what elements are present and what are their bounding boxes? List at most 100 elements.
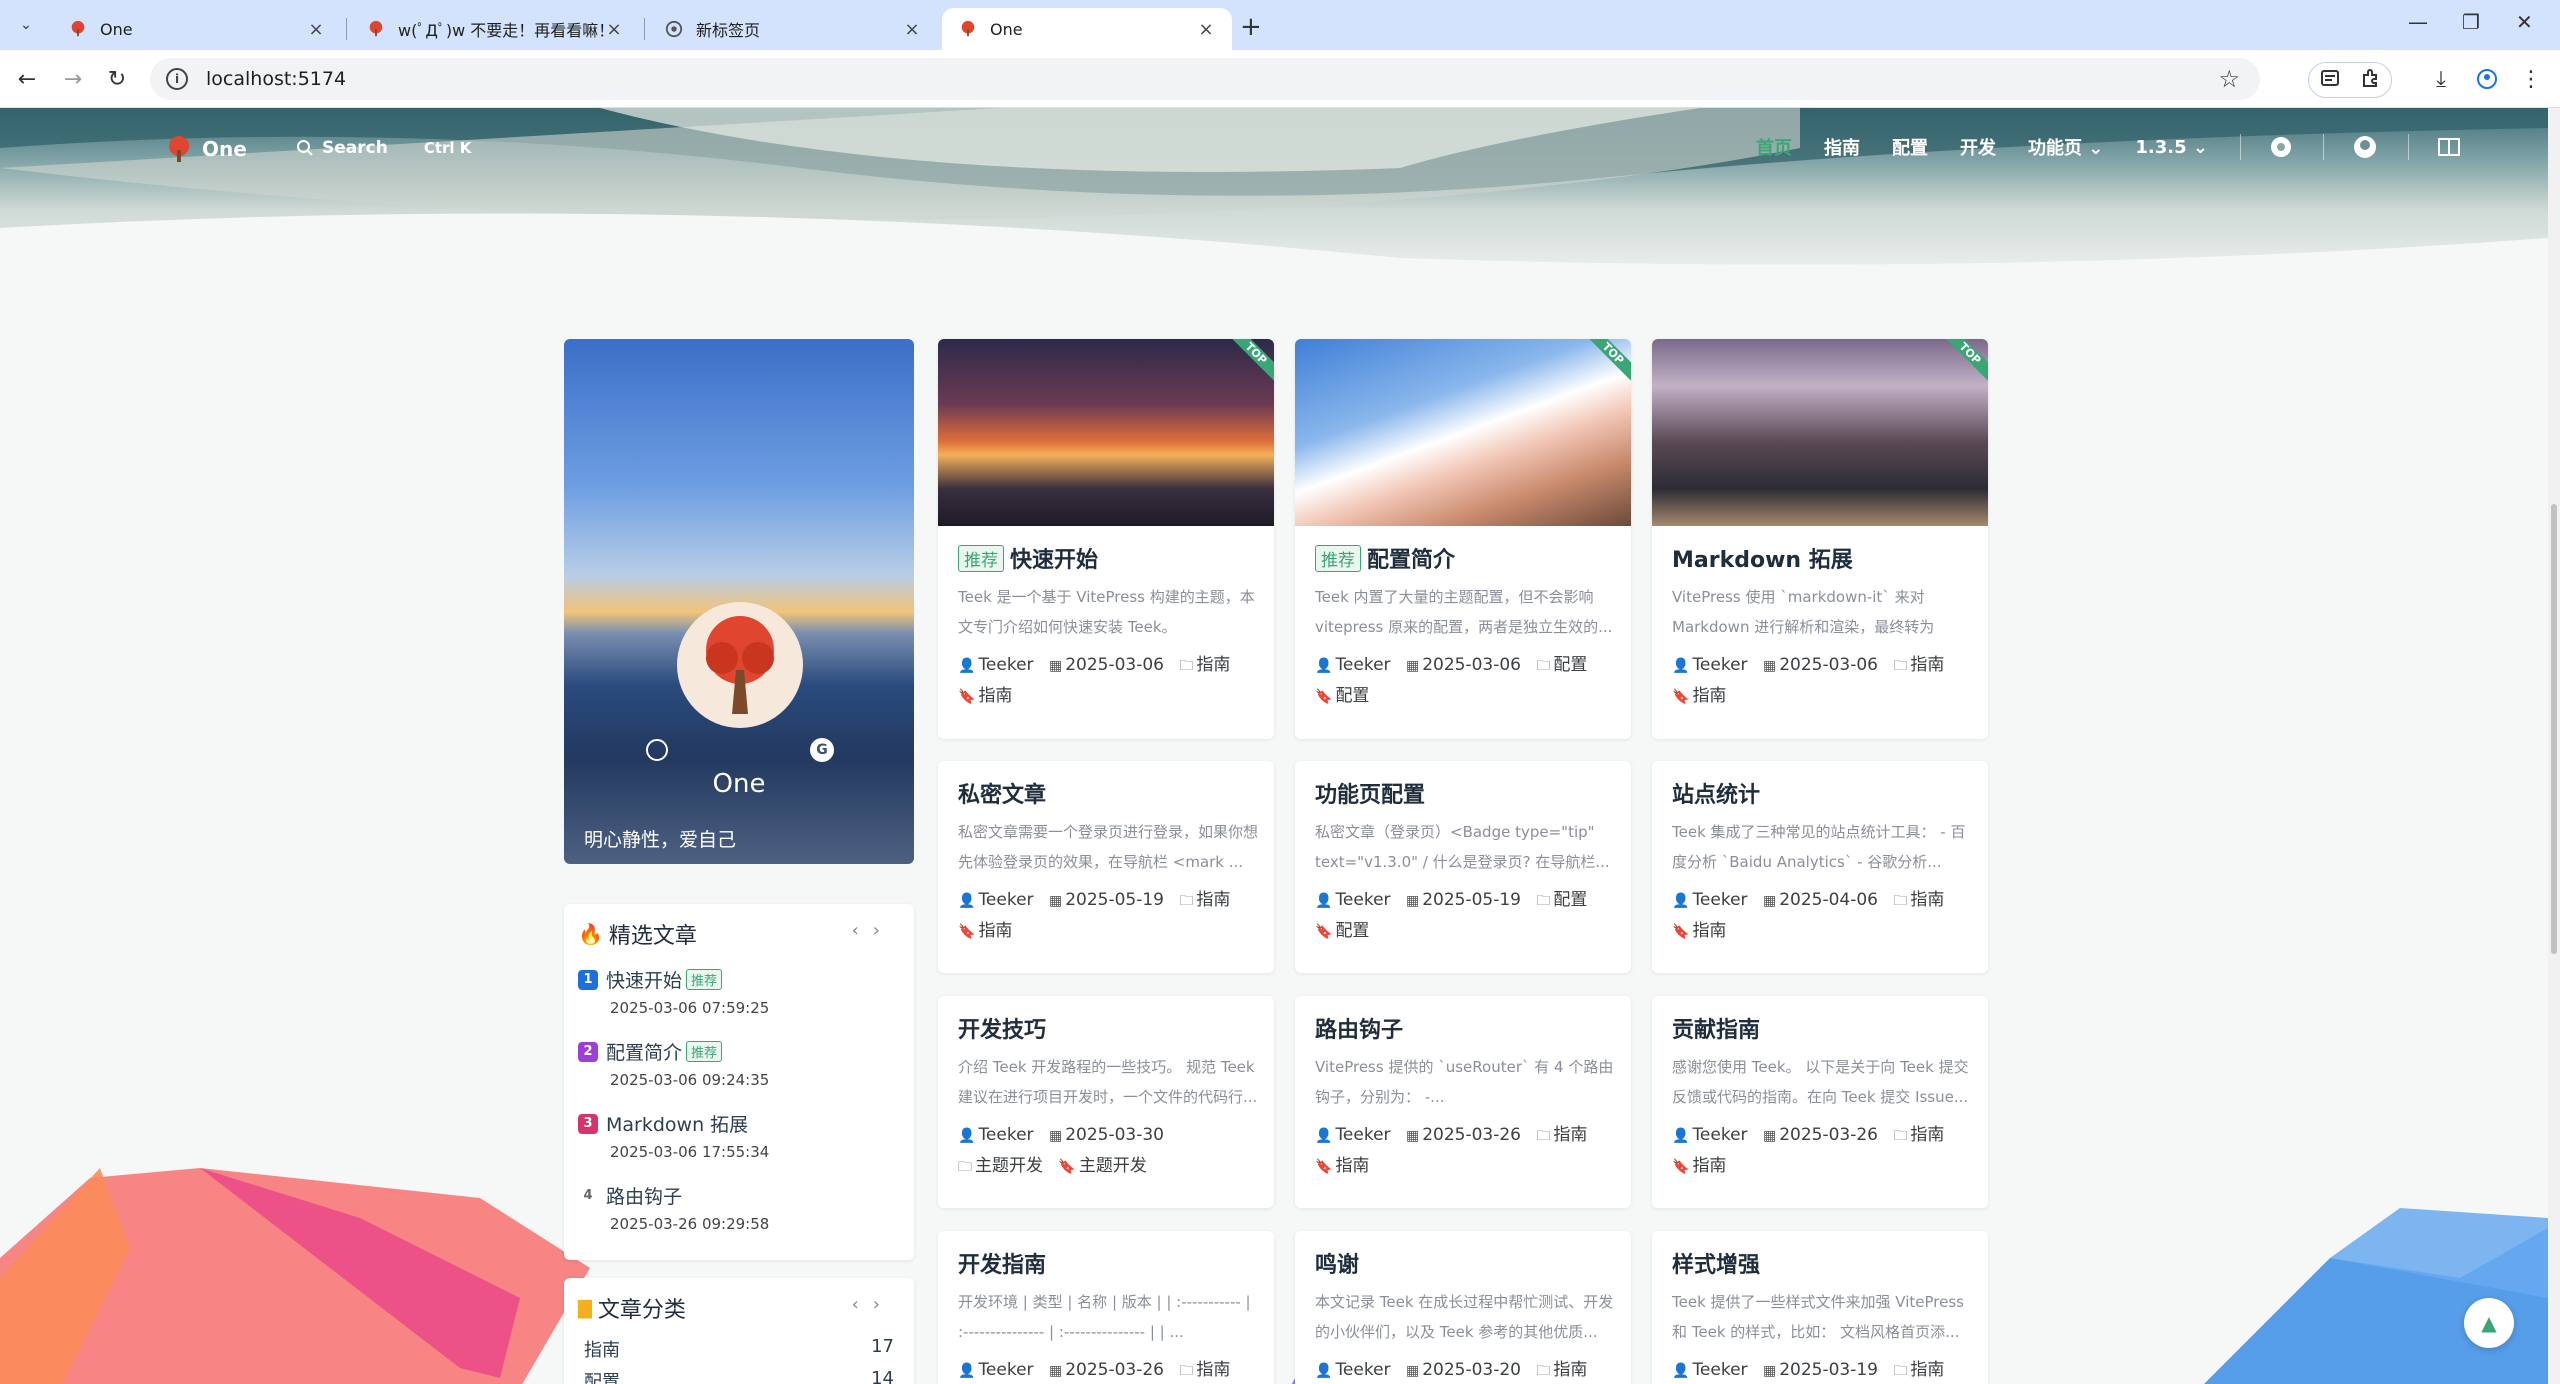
post-card[interactable]: 开发技巧 介绍 Teek 开发路程的一些技巧。 规范 Teek 建议在进行项目开发… <box>938 996 1274 1208</box>
post-tag[interactable]: 🔖 指南 <box>958 686 1012 706</box>
site-logo[interactable]: One <box>164 134 247 164</box>
post-category[interactable]: 🗀 配置 <box>1536 655 1587 675</box>
extensions-puzzle-icon[interactable] <box>2360 67 2382 93</box>
post-tag[interactable]: 🔖 指南 <box>1672 921 1726 941</box>
reload-icon[interactable]: ↻ <box>102 64 132 94</box>
post-title[interactable]: 开发技巧 <box>958 1012 1046 1044</box>
post-title[interactable]: 私密文章 <box>958 777 1046 809</box>
post-title[interactable]: 开发指南 <box>958 1247 1046 1279</box>
post-category[interactable]: 🗀 指南 <box>1179 890 1230 910</box>
scrollbar-thumb[interactable] <box>2551 504 2557 954</box>
post-category[interactable]: 🗀 指南 <box>1536 1125 1587 1145</box>
post-card[interactable]: TOP 推荐 快速开始 Teek 是一个基于 VitePress 构建的主题，本文专门… <box>938 339 1274 739</box>
window-close-icon[interactable]: ✕ <box>2516 10 2533 34</box>
post-category[interactable]: 🗀 指南 <box>1893 655 1944 675</box>
tab-search-chevron-icon[interactable]: ⌄ <box>12 12 40 38</box>
post-category[interactable]: 🗀 配置 <box>1536 890 1587 910</box>
nav-home[interactable]: 首页 <box>1756 134 1792 160</box>
post-category[interactable]: 🗀 指南 <box>1893 890 1944 910</box>
back-icon[interactable]: ← <box>12 64 42 94</box>
post-title[interactable]: 站点统计 <box>1672 777 1760 809</box>
nav-config[interactable]: 配置 <box>1892 134 1928 160</box>
chevron-left-icon[interactable]: ‹ <box>852 920 873 941</box>
post-tag[interactable]: 🔖 指南 <box>1672 1156 1726 1176</box>
featured-item[interactable]: 2 配置简介 推荐 2025-03-06 09:24:35 <box>578 1038 769 1089</box>
page-scrollbar[interactable] <box>2548 108 2560 1384</box>
book-layout-icon[interactable] <box>2437 136 2461 158</box>
post-cover-image[interactable] <box>1652 339 1988 526</box>
post-card[interactable]: 样式增强 Teek 提供了一些样式文件来加强 VitePress 和 Teek 的… <box>1652 1231 1988 1384</box>
more-menu-icon[interactable]: ⋮ <box>2516 64 2546 94</box>
post-card[interactable]: 私密文章 私密文章需要一个登录页进行登录，如果你想先体验登录页的效果，在导航栏 <… <box>938 761 1274 973</box>
address-bar[interactable]: i localhost:5174 ☆ <box>150 58 2260 100</box>
browser-tab-2[interactable]: w(ﾟДﾟ)w 不要走！再看看嘛！ × <box>350 8 640 50</box>
nav-develop[interactable]: 开发 <box>1960 134 1996 160</box>
close-tab-icon[interactable]: × <box>604 19 624 40</box>
post-title[interactable]: 路由钩子 <box>1315 1012 1403 1044</box>
post-card[interactable]: TOP 推荐 配置简介 Teek 内置了大量的主题配置，但不会影响 vitepress… <box>1295 339 1631 739</box>
bookmark-star-icon[interactable]: ☆ <box>2218 65 2240 93</box>
post-tag[interactable]: 🔖 配置 <box>1315 921 1369 941</box>
post-card[interactable]: 鸣谢 本文记录 Teek 在成长过程中帮忙测试、开发的小伙伴们，以及 Teek 参… <box>1295 1231 1631 1384</box>
browser-tab-4-active[interactable]: One × <box>942 8 1232 50</box>
nav-guide[interactable]: 指南 <box>1824 134 1860 160</box>
post-title[interactable]: Markdown 拓展 <box>1672 542 1853 574</box>
post-title[interactable]: 功能页配置 <box>1315 777 1425 809</box>
post-tag[interactable]: 🔖 主题开发 <box>1058 1156 1146 1176</box>
featured-title[interactable]: 配置简介 <box>606 1042 682 1064</box>
chevron-right-icon[interactable]: › <box>873 1294 894 1315</box>
post-category[interactable]: 🗀 指南 <box>1893 1125 1944 1145</box>
theme-toggle-icon[interactable] <box>2269 135 2293 159</box>
post-title[interactable]: 推荐 配置简介 <box>1315 542 1455 574</box>
browser-tab-1[interactable]: One × <box>52 8 342 50</box>
avatar[interactable] <box>677 602 803 728</box>
close-tab-icon[interactable]: × <box>306 19 326 40</box>
browser-tab-3[interactable]: 新标签页 × <box>648 8 938 50</box>
profile-icon[interactable] <box>2472 64 2502 94</box>
site-info-icon[interactable]: i <box>166 68 188 90</box>
github-icon[interactable] <box>646 739 668 761</box>
url-text[interactable]: localhost:5174 <box>206 68 346 90</box>
post-tag[interactable]: 🔖 配置 <box>1315 686 1369 706</box>
post-title[interactable]: 鸣谢 <box>1315 1247 1359 1279</box>
post-card[interactable]: 路由钩子 VitePress 提供的 `useRouter` 有 4 个路由钩子，… <box>1295 996 1631 1208</box>
post-category[interactable]: 🗀 指南 <box>1893 1360 1944 1380</box>
reading-list-icon[interactable] <box>2319 67 2341 93</box>
post-card[interactable]: 站点统计 Teek 集成了三种常见的站点统计工具： - 百度分析 `Baidu A… <box>1652 761 1988 973</box>
post-cover-image[interactable] <box>938 339 1274 526</box>
new-tab-icon[interactable]: + <box>1240 12 1262 42</box>
pager-arrows[interactable]: ‹› <box>852 1294 894 1315</box>
post-card[interactable]: 贡献指南 感谢您使用 Teek。 以下是关于向 Teek 提交反馈或代码的指南。在… <box>1652 996 1988 1208</box>
post-category[interactable]: 🗀 主题开发 <box>958 1156 1043 1176</box>
github-icon[interactable] <box>2352 134 2378 160</box>
forward-icon[interactable]: → <box>58 64 88 94</box>
post-tag[interactable]: 🔖 指南 <box>1672 686 1726 706</box>
download-icon[interactable]: ⤓ <box>2426 64 2456 94</box>
category-row[interactable]: 指南 17 <box>584 1336 894 1362</box>
post-tag[interactable]: 🔖 指南 <box>1315 1156 1369 1176</box>
post-card[interactable]: 功能页配置 私密文章（登录页）<Badge type="tip" text="v1… <box>1295 761 1631 973</box>
post-category[interactable]: 🗀 指南 <box>1179 655 1230 675</box>
featured-title[interactable]: 路由钩子 <box>606 1186 682 1208</box>
nav-version-dropdown[interactable]: 1.3.5 ⌄ <box>2135 137 2208 158</box>
post-title[interactable]: 样式增强 <box>1672 1247 1760 1279</box>
featured-item[interactable]: 1 快速开始 推荐 2025-03-06 07:59:25 <box>578 966 769 1017</box>
chevron-right-icon[interactable]: › <box>873 920 894 941</box>
post-tag[interactable]: 🔖 指南 <box>958 921 1012 941</box>
pager-arrows[interactable]: ‹› <box>852 920 894 941</box>
post-category[interactable]: 🗀 指南 <box>1536 1360 1587 1380</box>
post-card[interactable]: 开发指南 开发环境 | 类型 | 名称 | 版本 | | :-----------… <box>938 1231 1274 1384</box>
gitee-icon[interactable]: G <box>810 738 834 762</box>
category-row[interactable]: 配置 14 <box>584 1368 894 1384</box>
featured-title[interactable]: 快速开始 <box>606 970 682 992</box>
post-title[interactable]: 贡献指南 <box>1672 1012 1760 1044</box>
minimize-icon[interactable]: — <box>2408 10 2428 34</box>
post-category[interactable]: 🗀 指南 <box>1179 1360 1230 1380</box>
back-to-top-button[interactable]: ▲ <box>2464 1298 2514 1348</box>
restore-icon[interactable]: ❐ <box>2462 10 2480 34</box>
nav-features-dropdown[interactable]: 功能页 ⌄ <box>2028 134 2103 160</box>
post-title[interactable]: 推荐 快速开始 <box>958 542 1098 574</box>
post-cover-image[interactable] <box>1295 339 1631 526</box>
chevron-left-icon[interactable]: ‹ <box>852 1294 873 1315</box>
featured-title[interactable]: Markdown 拓展 <box>606 1114 748 1136</box>
